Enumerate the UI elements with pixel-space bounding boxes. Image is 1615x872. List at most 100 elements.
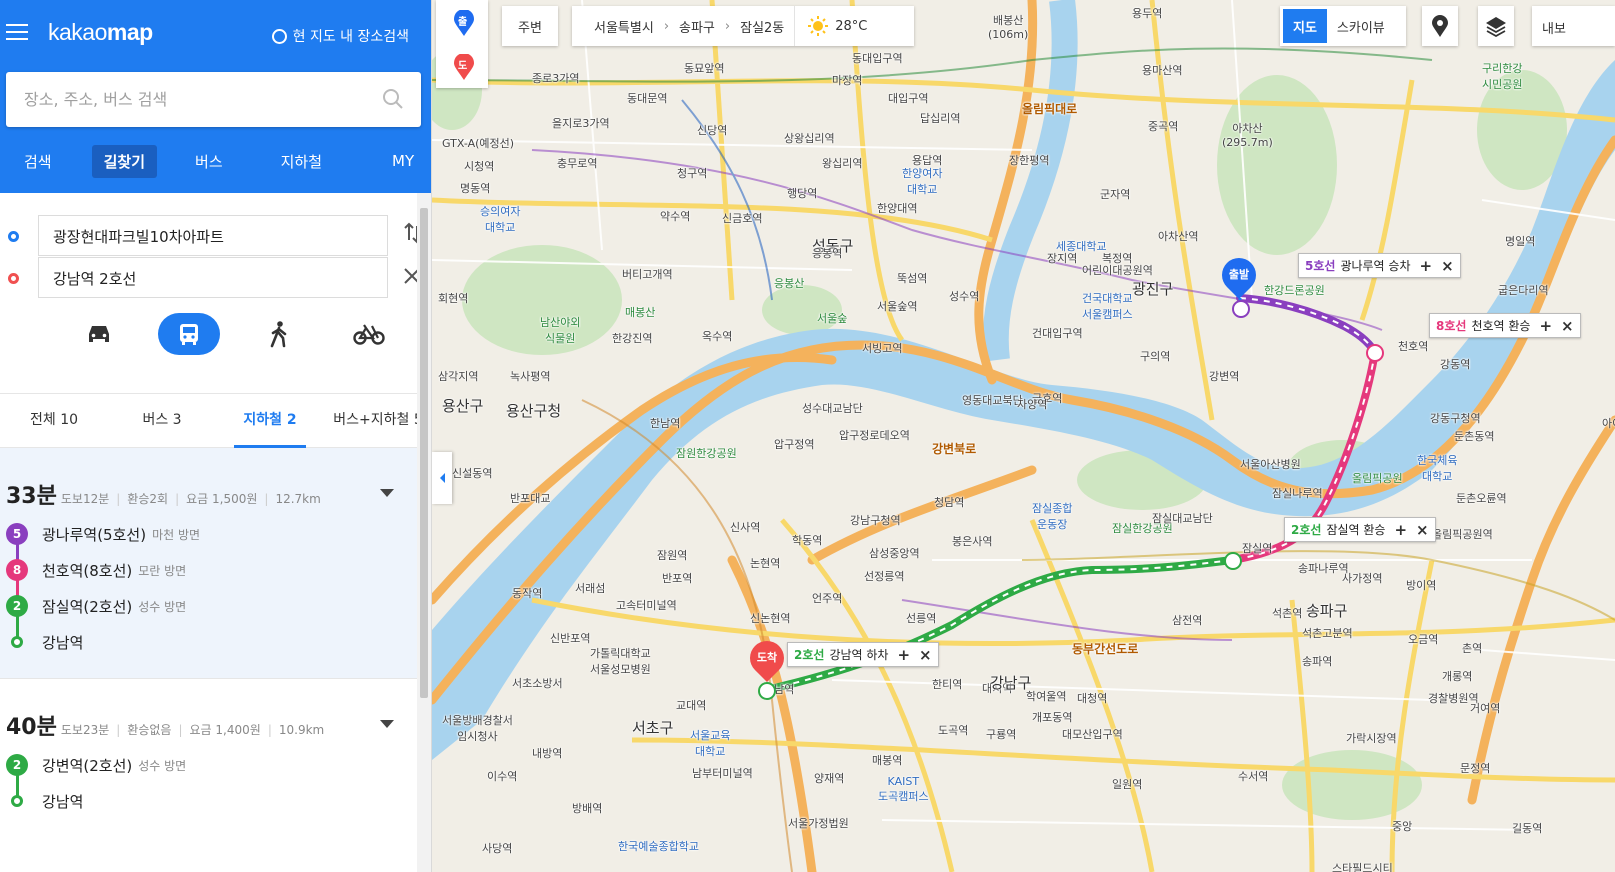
filter-tab-subway[interactable]: 지하철 2	[216, 394, 324, 448]
scrollbar-thumb[interactable]	[420, 208, 428, 698]
map-label[interactable]: 내방역	[532, 745, 562, 761]
filter-tab-bus-subway[interactable]: 버스+지하철 5	[324, 394, 431, 447]
map-label[interactable]: 행당역	[787, 185, 817, 201]
map-label[interactable]: 자양역	[1017, 396, 1047, 412]
map-label[interactable]: 삼성중앙역	[869, 545, 920, 561]
map-label[interactable]: 매봉역	[872, 752, 902, 768]
map-label[interactable]: 개포동역	[1032, 709, 1072, 725]
map-label[interactable]: 송파구	[1306, 600, 1347, 621]
map-label[interactable]: 답십리역	[920, 110, 960, 126]
map-label[interactable]: 영동대교북단	[962, 392, 1023, 408]
map-label[interactable]: 대청역	[1077, 690, 1107, 706]
map-label[interactable]: 강동구청역	[1430, 410, 1481, 426]
my-list-button[interactable]: 내보	[1532, 6, 1615, 46]
map-label[interactable]: 잠원역	[657, 547, 687, 563]
breadcrumb-district[interactable]: 송파구	[679, 17, 715, 36]
origin-input[interactable]: 광장현대파크빌10차아파트	[38, 215, 388, 256]
route-result-card[interactable]: 40분 도보23분 | 환승없음 | 요금 1,400원 | 10.9km 2 강변역(…	[0, 678, 431, 838]
map-label[interactable]: 수서역	[1238, 768, 1268, 784]
chevron-down-icon[interactable]	[380, 489, 394, 497]
map-label[interactable]: 한강진역	[612, 330, 652, 346]
map-label[interactable]: 중앙	[1392, 818, 1412, 834]
map-label[interactable]: 방이역	[1406, 577, 1436, 593]
map-label[interactable]: 장지역	[1047, 250, 1077, 266]
map-label[interactable]: 방배역	[572, 800, 602, 816]
map-label[interactable]: 동대문역	[627, 90, 667, 106]
map-label[interactable]: 신반포역	[550, 630, 590, 646]
map-label[interactable]: 종로3가역	[532, 70, 579, 86]
map-label[interactable]: 강변역	[1209, 368, 1239, 384]
tab-bus[interactable]: 버스	[183, 145, 235, 178]
map-label[interactable]: 잠원한강공원	[676, 445, 737, 461]
map-label[interactable]: 신금호역	[722, 210, 762, 226]
map-label[interactable]: 학동역	[792, 532, 822, 548]
map-label[interactable]: GTX-A(예정선)	[442, 135, 514, 151]
map-label[interactable]: 일원역	[1112, 776, 1142, 792]
map-label[interactable]: 건국대학교 서울캠퍼스	[1082, 290, 1133, 322]
map-label[interactable]: 왕십리역	[822, 155, 862, 171]
tab-search[interactable]: 검색	[12, 145, 64, 178]
map-label[interactable]: 명일역	[1505, 233, 1535, 249]
map-label[interactable]: 사당역	[482, 840, 512, 856]
map-label[interactable]: 반포대교	[510, 490, 550, 506]
add-icon[interactable]: +	[1394, 521, 1407, 539]
map-label[interactable]: 뚝섬역	[897, 270, 927, 286]
map-label[interactable]: 반포역	[662, 570, 692, 586]
map-label[interactable]: 송파역	[1302, 653, 1332, 669]
menu-icon[interactable]	[6, 24, 28, 42]
nearby-button[interactable]: 주변	[502, 6, 558, 46]
map-label[interactable]: 시청역	[464, 158, 494, 174]
chevron-down-icon[interactable]	[380, 720, 394, 728]
map-label[interactable]: 선릉역	[906, 610, 936, 626]
map-label[interactable]: 용산구청	[506, 400, 561, 421]
map-label[interactable]: 서울숲역	[877, 298, 917, 314]
map-label[interactable]: 강남구청역	[850, 512, 901, 528]
map-label[interactable]: 을지로3가역	[552, 115, 610, 131]
map-label[interactable]: 서빙고역	[862, 340, 902, 356]
map-label[interactable]: 올림픽대로	[1022, 100, 1077, 117]
map-label[interactable]: 신설동역	[452, 465, 492, 481]
breadcrumb-dong[interactable]: 잠실2동	[740, 17, 784, 36]
map-label[interactable]: 잠실대교남단	[1152, 510, 1213, 526]
destination-input[interactable]: 강남역 2호선	[38, 257, 388, 298]
map-label[interactable]: 동작역	[512, 585, 542, 601]
add-icon[interactable]: +	[1539, 317, 1552, 335]
map-label[interactable]: 개롱역	[1442, 668, 1472, 684]
map-label[interactable]: 서울교육 대학교	[690, 727, 730, 759]
map-label[interactable]: 서울아산병원	[1240, 456, 1301, 472]
map-label[interactable]: 둔촌동역	[1454, 428, 1494, 444]
map-label[interactable]: 응봉산	[774, 275, 804, 291]
map-label[interactable]: 버티고개역	[622, 266, 673, 282]
mode-walk-button[interactable]	[248, 313, 310, 355]
map-label[interactable]: 아차산 (295.7m)	[1222, 120, 1273, 149]
map-label[interactable]: 광진구	[1132, 278, 1173, 299]
map-label[interactable]: 충무로역	[557, 155, 597, 171]
map-label[interactable]: 문정역	[1460, 760, 1490, 776]
map-label[interactable]: 가톨릭대학교 서울성모병원	[590, 645, 651, 677]
radio-icon[interactable]	[271, 28, 287, 44]
map-label[interactable]: 삼각지역	[438, 368, 478, 384]
map-view[interactable]: 배봉산 (106m) 아차산 (295.7m) 구리한강 시민공원 동묘앞역 종로3가역…	[432, 0, 1615, 872]
map-label[interactable]: 선정릉역	[864, 568, 904, 584]
map-label[interactable]: 대모산입구역	[1062, 726, 1123, 742]
map-label[interactable]: 아이들역	[1602, 415, 1615, 431]
map-label[interactable]: 용답역	[912, 152, 942, 168]
map-label[interactable]: 응봉역	[812, 245, 842, 261]
map-label[interactable]: 건대입구역	[1032, 325, 1083, 341]
tab-subway[interactable]: 지하철	[269, 145, 334, 178]
map-label[interactable]: 한남역	[650, 415, 680, 431]
map-label[interactable]: 촌역	[1462, 640, 1482, 656]
search-input[interactable]	[6, 72, 346, 127]
close-icon[interactable]: ×	[1416, 521, 1429, 539]
map-label[interactable]: 석촌역	[1272, 605, 1302, 621]
end-marker[interactable]: 도착	[742, 633, 792, 685]
mode-transit-button[interactable]	[158, 313, 220, 355]
map-label[interactable]: 용두역	[1132, 5, 1162, 21]
map-label[interactable]: 한강드론공원	[1264, 282, 1325, 298]
map-label[interactable]: 용마산역	[1142, 62, 1182, 78]
map-label[interactable]: 동대입구역	[852, 50, 903, 66]
mode-car-button[interactable]	[68, 313, 130, 355]
map-label[interactable]: 청구역	[677, 165, 707, 181]
close-icon[interactable]: ×	[919, 646, 932, 664]
map-label[interactable]: 장한평역	[1009, 152, 1049, 168]
